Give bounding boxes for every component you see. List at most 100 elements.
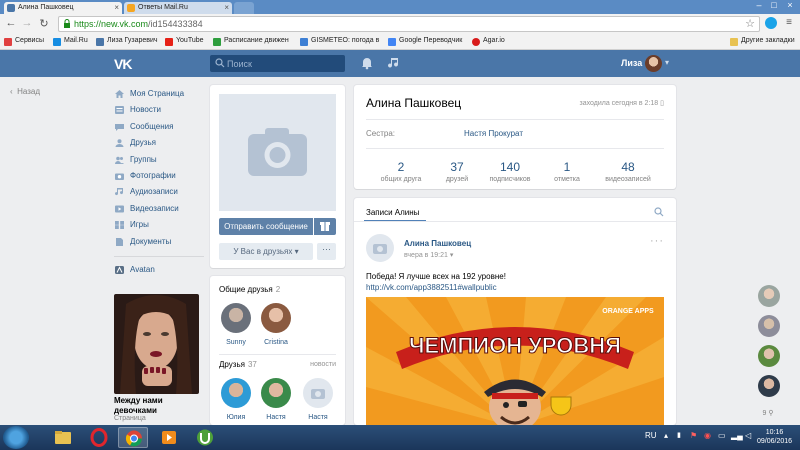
close-window-icon[interactable]: × [783, 0, 797, 10]
counter-friends[interactable]: 37 друзей [437, 160, 477, 183]
bookmark-liza[interactable]: Лиза Гузаревич [96, 37, 158, 46]
post-author-link[interactable]: Алина Пашковец [404, 239, 471, 248]
chat-contact-avatar[interactable] [758, 315, 780, 337]
bookmark-mailru[interactable]: Mail.Ru [53, 37, 88, 46]
in-friends-button[interactable]: У Вас в друзьях ▾ [219, 243, 313, 260]
user-name[interactable]: Лиза [621, 58, 642, 68]
display-icon[interactable]: ▭ [718, 431, 726, 440]
vk-logo[interactable]: VK [114, 56, 132, 72]
nav-groups[interactable]: Группы [114, 154, 214, 170]
vk-favicon-icon [7, 4, 15, 12]
profile-photo-placeholder[interactable] [219, 94, 336, 211]
vk-header: VK Лиза ▾ [0, 50, 800, 77]
chat-contact-avatar[interactable] [758, 285, 780, 307]
maximize-icon[interactable]: □ [767, 0, 781, 10]
friend-sunny[interactable]: Sunny [219, 303, 253, 346]
bookmark-youtube[interactable]: YouTube [165, 37, 204, 46]
skype-extension-icon[interactable] [765, 17, 777, 29]
search-input[interactable] [227, 57, 337, 70]
bookmark-agario[interactable]: Agar.io [472, 37, 505, 46]
taskbar-media-player[interactable] [154, 427, 184, 448]
last-seen-status: заходила сегодня в 2:18 ▯ [579, 100, 665, 107]
tab-mail-answers[interactable]: Ответы Mail.Ru × [124, 2, 232, 14]
tab-wall-posts[interactable]: Записи Алины [366, 208, 419, 217]
counter-videos[interactable]: 48 видеозаписей [598, 160, 658, 183]
friend-yulia[interactable]: Юлия [219, 378, 253, 421]
home-icon [115, 90, 124, 98]
close-tab-icon[interactable]: × [224, 3, 229, 12]
nav-friends[interactable]: Друзья [114, 137, 214, 153]
friend-nastya-1[interactable]: Настя [259, 378, 293, 421]
antivirus-icon[interactable]: ◉ [704, 431, 711, 440]
taskbar-utorrent[interactable] [190, 427, 220, 448]
chat-online-count[interactable]: 9 ⚲ [758, 409, 778, 417]
chevron-down-icon[interactable]: ▾ [665, 58, 669, 67]
music-note-icon[interactable] [387, 56, 401, 70]
more-actions-button[interactable]: ··· [317, 243, 336, 260]
bookmark-services[interactable]: Сервисы [4, 37, 44, 46]
minimize-icon[interactable]: – [752, 0, 766, 10]
avatar [261, 378, 291, 408]
start-button[interactable] [3, 426, 29, 449]
bookmark-translate[interactable]: Google Переводчик [388, 37, 462, 46]
chat-contact-avatar[interactable] [758, 345, 780, 367]
relation-link[interactable]: Настя Прокурат [464, 129, 523, 138]
nav-my-page[interactable]: Моя Страница [114, 88, 214, 104]
flag-icon[interactable]: ⚑ [690, 431, 697, 440]
post-image[interactable]: ЧЕМПИОН УРОВНЯ ORANGE APPS [366, 297, 664, 425]
taskbar-opera[interactable] [84, 427, 114, 448]
bookmark-schedule[interactable]: Расписание движен [213, 37, 289, 46]
bell-icon[interactable] [360, 56, 374, 70]
counter-tags[interactable]: 1 отметка [544, 160, 590, 183]
friend-nastya-2[interactable]: Настя [301, 378, 335, 421]
post-date[interactable]: вчера в 19:21 ▾ [404, 251, 453, 259]
volume-icon[interactable]: ◁ [745, 431, 751, 440]
nav-games[interactable]: Игры [114, 219, 214, 235]
bookmark-gismeteo[interactable]: GISMETEO: погода в [300, 37, 379, 46]
nav-news[interactable]: Новости [114, 104, 214, 120]
search-box[interactable] [210, 55, 345, 72]
bookmark-star-icon[interactable]: ☆ [745, 17, 755, 30]
ad-image[interactable] [114, 294, 199, 394]
browser-tabbar: Алина Пашковец × Ответы Mail.Ru × – □ × [0, 0, 800, 14]
taskbar-explorer[interactable] [48, 427, 78, 448]
system-clock[interactable]: 10:16 09/06/2016 [757, 428, 792, 446]
nav-documents[interactable]: Документы [114, 236, 214, 252]
chat-contact-avatar[interactable] [758, 375, 780, 397]
ad-title[interactable]: Между нами девочками [114, 396, 204, 416]
language-indicator[interactable]: RU [645, 431, 657, 440]
bookmark-other[interactable]: Другие закладки [730, 37, 795, 46]
nav-messages[interactable]: Сообщения [114, 121, 214, 137]
common-friends-title[interactable]: Общие друзья 2 [219, 285, 280, 294]
post-link[interactable]: http://vk.com/app3882511#wallpublic [366, 282, 506, 293]
nav-video[interactable]: Видеозаписи [114, 203, 214, 219]
nav-audio[interactable]: Аудиозаписи [114, 186, 214, 202]
post-menu-icon[interactable]: ··· [650, 235, 664, 247]
new-tab-button[interactable] [234, 2, 254, 14]
tray-expand-icon[interactable]: ▴ [664, 431, 668, 440]
signal-icon[interactable]: ▂▄ [731, 431, 743, 440]
friends-title[interactable]: Друзья 37 [219, 360, 257, 369]
back-arrow-icon[interactable]: ← [4, 17, 18, 29]
menu-icon[interactable]: ≡ [782, 17, 796, 28]
tab-vk-profile[interactable]: Алина Пашковец × [4, 2, 122, 14]
nav-app-avatan[interactable]: Avatan [114, 264, 214, 280]
back-link[interactable]: ‹ Назад [10, 87, 40, 96]
post-author-avatar[interactable] [366, 234, 394, 262]
counter-common-friends[interactable]: 2 общих друга [372, 160, 430, 183]
user-avatar[interactable] [645, 55, 662, 72]
search-icon[interactable] [654, 207, 664, 217]
reload-icon[interactable]: ↻ [37, 17, 51, 30]
close-tab-icon[interactable]: × [114, 3, 119, 12]
schedule-icon [213, 38, 221, 46]
taskbar-chrome[interactable] [118, 427, 148, 448]
gift-button[interactable] [314, 218, 336, 235]
friends-news-link[interactable]: новости [310, 361, 336, 368]
forward-arrow-icon[interactable]: → [20, 17, 34, 29]
nav-photos[interactable]: Фотографии [114, 170, 214, 186]
friend-cristina[interactable]: Cristina [259, 303, 293, 346]
network-icon[interactable]: ▮ [677, 431, 681, 439]
url-field[interactable]: https://new.vk.com/id154433384 ☆ [58, 16, 760, 32]
send-message-button[interactable]: Отправить сообщение [219, 218, 313, 235]
counter-followers[interactable]: 140 подписчиков [484, 160, 536, 183]
